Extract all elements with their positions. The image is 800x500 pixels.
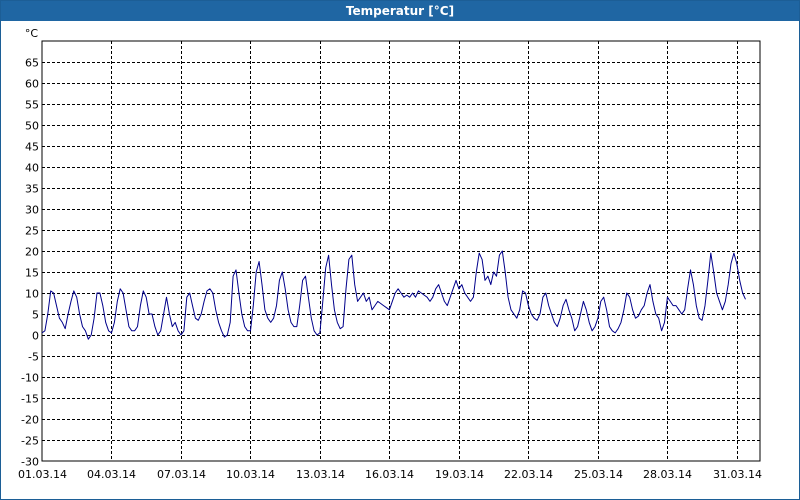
x-axis-ticks: 01.03.14 04.03.14 07.03.14 10.03.14 13.03.14… (18, 468, 762, 481)
y-tick-label: -25 (21, 435, 39, 448)
chart-series (41, 250, 746, 340)
y-tick-label: 35 (25, 183, 39, 196)
x-tick-label: 31.03.14 (713, 468, 762, 481)
x-tick-label: 28.03.14 (643, 468, 692, 481)
x-tick-label: 13.03.14 (296, 468, 345, 481)
x-tick-label: 07.03.14 (157, 468, 206, 481)
x-tick-label: 22.03.14 (504, 468, 553, 481)
y-tick-label: 15 (25, 267, 39, 280)
x-tick-label: 10.03.14 (226, 468, 275, 481)
y-tick-label: 45 (25, 141, 39, 154)
x-tick-label: 19.03.14 (435, 468, 484, 481)
y-axis-unit-label: °C (25, 27, 39, 40)
y-tick-label: 5 (32, 309, 39, 322)
x-tick-label: 25.03.14 (574, 468, 623, 481)
y-tick-label: -10 (21, 372, 39, 385)
y-tick-label: 40 (25, 162, 39, 175)
y-tick-label: 65 (25, 57, 39, 70)
y-tick-label: -15 (21, 393, 39, 406)
temperature-chart: -30 -25 -20 -15 -10 -5 0 5 10 15 20 25 30 35 40 45 50 55 6… (18, 27, 762, 481)
temperature-series-line (41, 250, 746, 340)
chart-window: Temperatur [°C] -30 -25 -20 -15 -10 -5 0 5 10 15 2… (0, 0, 800, 500)
y-tick-label: 50 (25, 120, 39, 133)
x-tick-label: 16.03.14 (365, 468, 414, 481)
chart-grid (41, 40, 761, 462)
y-tick-label: 0 (32, 330, 39, 343)
x-tick-label: 01.03.14 (18, 468, 67, 481)
y-tick-label: 20 (25, 246, 39, 259)
window-title: Temperatur [°C] (1, 1, 799, 21)
y-tick-label: 10 (25, 288, 39, 301)
y-tick-label: 60 (25, 78, 39, 91)
y-tick-label: 25 (25, 225, 39, 238)
x-tick-label: 04.03.14 (87, 468, 136, 481)
y-tick-label: -30 (21, 456, 39, 469)
y-tick-label: 30 (25, 204, 39, 217)
y-tick-label: -5 (28, 351, 39, 364)
y-axis-ticks: -30 -25 -20 -15 -10 -5 0 5 10 15 20 25 30 35 40 45 50 55 6… (21, 57, 39, 469)
y-tick-label: -20 (21, 414, 39, 427)
y-tick-label: 55 (25, 99, 39, 112)
